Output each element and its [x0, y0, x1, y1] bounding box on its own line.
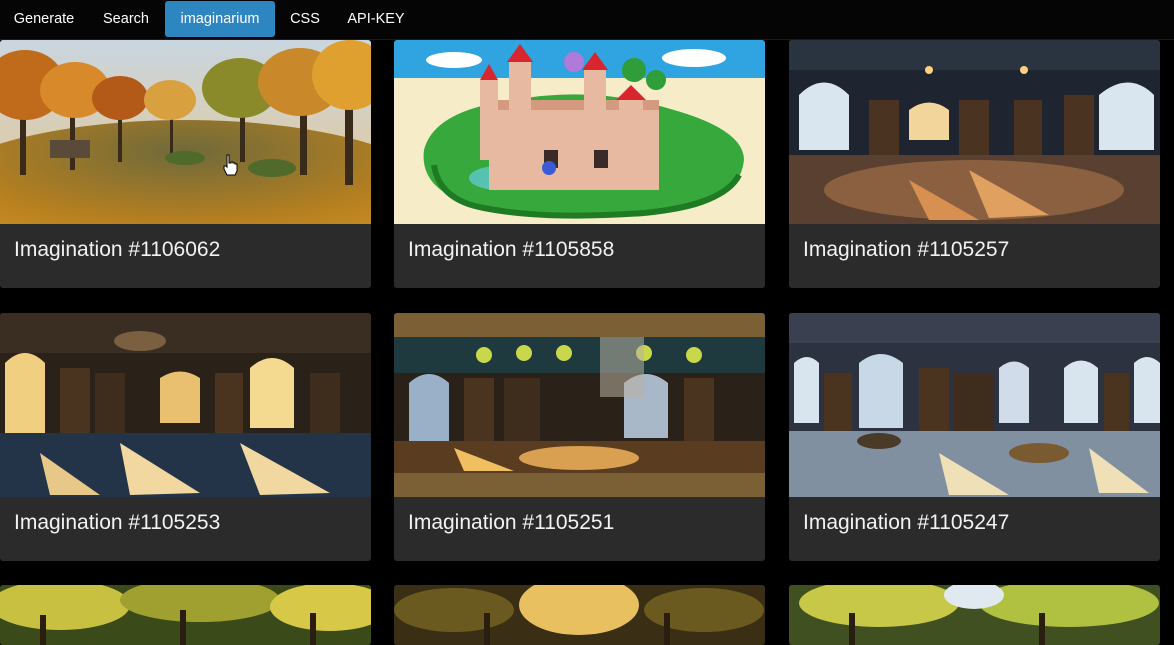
gallery-card[interactable]	[789, 585, 1160, 645]
tab-imaginarium[interactable]: imaginarium	[165, 1, 275, 37]
card-title: Imagination #1105257	[803, 238, 1010, 261]
card-title: Imagination #1106062	[14, 238, 221, 261]
card-image-forest-golden[interactable]	[394, 585, 765, 645]
gallery-card[interactable]: Imagination #1105251	[394, 313, 765, 561]
card-image-library-stained-glass[interactable]	[394, 313, 765, 497]
tab-css[interactable]: CSS	[277, 1, 333, 37]
card-image-autumn-park[interactable]	[0, 40, 371, 224]
card-title: Imagination #1105247	[803, 511, 1010, 534]
tab-api-key[interactable]: API-KEY	[336, 1, 416, 37]
card-title: Imagination #1105251	[408, 511, 615, 534]
card-title: Imagination #1105858	[408, 238, 615, 261]
gallery-card[interactable]: Imagination #1105858	[394, 40, 765, 288]
card-image-library-dusk[interactable]	[789, 40, 1160, 224]
card-image-library-round[interactable]	[0, 313, 371, 497]
card-image-pixel-castle[interactable]	[394, 40, 765, 224]
card-image-forest-bright[interactable]	[789, 585, 1160, 645]
top-nav-bar: Generate Search imaginarium CSS API-KEY	[0, 0, 1174, 40]
hand-cursor-icon	[223, 154, 238, 176]
gallery-card[interactable]: Imagination #1105253	[0, 313, 371, 561]
card-image-library-blue[interactable]	[789, 313, 1160, 497]
gallery-card[interactable]	[394, 585, 765, 645]
gallery-card[interactable]: Imagination #1106062	[0, 40, 371, 288]
card-image-forest-canopy[interactable]	[0, 585, 371, 645]
card-title: Imagination #1105253	[14, 511, 221, 534]
tab-search[interactable]: Search	[90, 1, 162, 37]
gallery-card[interactable]: Imagination #1105247	[789, 313, 1160, 561]
gallery-card[interactable]: Imagination #1105257	[789, 40, 1160, 288]
gallery-card[interactable]	[0, 585, 371, 645]
tab-generate[interactable]: Generate	[0, 1, 88, 37]
